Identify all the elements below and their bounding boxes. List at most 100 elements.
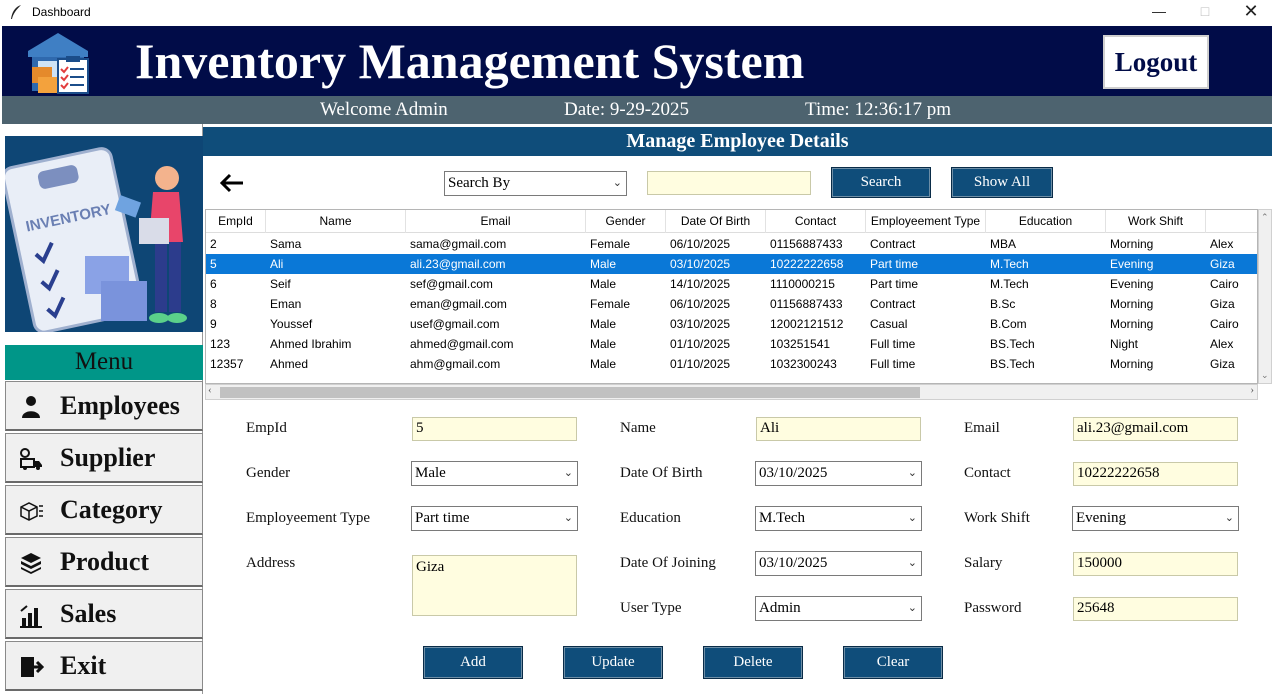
sidebar-item-category[interactable]: Category <box>5 485 203 535</box>
employment-type-label: Employeement Type <box>246 510 371 526</box>
scroll-right-icon[interactable]: › <box>1250 384 1254 396</box>
salary-field[interactable]: 150000 <box>1073 552 1238 576</box>
table-cell: Evening <box>1110 277 1154 291</box>
work-shift-dropdown[interactable]: Evening ⌄ <box>1072 506 1239 531</box>
chevron-down-icon: ⌄ <box>1224 512 1234 524</box>
scroll-up-icon[interactable]: ⌃ <box>1261 212 1269 223</box>
scrollbar-thumb[interactable] <box>220 387 920 398</box>
table-row[interactable]: 9 Youssef usef@gmail.com Male 03/10/2025 1200… <box>206 314 1257 334</box>
table-cell: 01156887433 <box>770 237 843 251</box>
table-cell: Full time <box>870 337 916 351</box>
table-cell: 9 <box>210 317 217 331</box>
user-type-dropdown[interactable]: Admin ⌄ <box>755 596 922 621</box>
address-textarea[interactable]: Giza <box>412 555 577 616</box>
truck-icon <box>20 448 42 470</box>
sidebar-item-label: Employees <box>60 391 180 420</box>
table-cell: Youssef <box>270 317 313 331</box>
category-icon <box>20 502 43 521</box>
column-header[interactable]: Employeement Type <box>866 210 986 233</box>
menu-header: Menu <box>5 345 203 380</box>
name-label: Name <box>620 420 656 436</box>
table-cell: Full time <box>870 357 916 371</box>
table-horizontal-scrollbar[interactable]: ‹ › <box>205 384 1258 400</box>
table-row[interactable]: 5 Ali ali.23@gmail.com Male 03/10/2025 102222… <box>206 254 1257 274</box>
column-header[interactable]: Contact <box>766 210 866 233</box>
scroll-left-icon[interactable]: ‹ <box>208 384 212 396</box>
column-header[interactable]: Name <box>266 210 406 233</box>
show-all-button[interactable]: Show All <box>951 167 1053 198</box>
table-cell: 03/10/2025 <box>670 317 731 331</box>
contact-field[interactable]: 10222222658 <box>1073 462 1238 486</box>
column-header[interactable]: EmpId <box>206 210 266 233</box>
table-row[interactable]: 6 Seif sef@gmail.com Male 14/10/2025 11100002… <box>206 274 1257 294</box>
table-row[interactable]: 123 Ahmed Ibrahim ahmed@gmail.com Male 01/10… <box>206 334 1257 354</box>
table-cell: Sama <box>270 237 302 251</box>
search-by-dropdown[interactable]: Search By ⌄ <box>444 171 627 196</box>
search-button[interactable]: Search <box>831 167 931 198</box>
sidebar-item-exit[interactable]: Exit <box>5 641 203 691</box>
window-title: Dashboard <box>32 5 91 19</box>
table-cell: Seif <box>270 277 291 291</box>
gender-dropdown[interactable]: Male ⌄ <box>411 461 578 486</box>
table-cell: Ali <box>270 257 284 271</box>
sidebar-item-sales[interactable]: Sales <box>5 589 203 639</box>
main-panel: Manage Employee Details Search By ⌄ Sear… <box>203 124 1272 694</box>
email-label: Email <box>964 420 1000 436</box>
scroll-down-icon[interactable]: ⌄ <box>1261 370 1269 381</box>
table-cell: Part time <box>870 277 919 291</box>
dob-dropdown[interactable]: 03/10/2025 ⌄ <box>755 461 922 486</box>
table-cell: 12357 <box>210 357 244 371</box>
table-cell: B.Com <box>990 317 1027 331</box>
column-header[interactable]: Education <box>986 210 1106 233</box>
table-cell: Ahmed Ibrahim <box>270 337 352 351</box>
minimize-button[interactable]: — <box>1136 0 1182 24</box>
table-cell: M.Tech <box>990 277 1029 291</box>
password-field[interactable]: 25648 <box>1073 597 1238 621</box>
delete-button[interactable]: Delete <box>703 646 803 679</box>
update-button[interactable]: Update <box>563 646 663 679</box>
column-header[interactable]: Email <box>406 210 586 233</box>
time-text: Time: 12:36:17 pm <box>805 99 952 120</box>
table-cell: 03/10/2025 <box>670 257 731 271</box>
column-header[interactable]: Date Of Birth <box>666 210 766 233</box>
search-input[interactable] <box>647 171 811 195</box>
chevron-down-icon: ⌄ <box>563 512 573 524</box>
table-row[interactable]: 2 Sama sama@gmail.com Female 06/10/2025 01156… <box>206 234 1257 254</box>
education-value: M.Tech <box>759 510 806 526</box>
employee-table[interactable]: EmpId Name Email Gender Date Of Birth Co… <box>205 209 1258 384</box>
add-button[interactable]: Add <box>423 646 523 679</box>
employment-type-dropdown[interactable]: Part time ⌄ <box>411 506 578 531</box>
sidebar-item-product[interactable]: Product <box>5 537 203 587</box>
table-cell: Morning <box>1110 317 1154 331</box>
table-row[interactable]: 8 Eman eman@gmail.com Female 06/10/2025 01156… <box>206 294 1257 314</box>
sidebar-item-supplier[interactable]: Supplier <box>5 433 203 483</box>
table-cell: 1032300243 <box>770 357 837 371</box>
doj-value: 03/10/2025 <box>759 555 828 571</box>
work-shift-label: Work Shift <box>964 510 1030 526</box>
name-field[interactable]: Ali <box>756 417 921 441</box>
empid-field[interactable]: 5 <box>412 417 577 441</box>
table-row[interactable]: 12357 Ahmed ahm@gmail.com Male 01/10/2025 103… <box>206 354 1257 374</box>
table-cell: Night <box>1110 337 1139 351</box>
table-cell: 01/10/2025 <box>670 337 731 351</box>
sidebar-item-employees[interactable]: Employees <box>5 381 203 431</box>
column-header[interactable]: Work Shift <box>1106 210 1206 233</box>
close-window-button[interactable]: ✕ <box>1228 0 1274 24</box>
sidebar-item-label: Sales <box>60 599 117 628</box>
doj-dropdown[interactable]: 03/10/2025 ⌄ <box>755 551 922 576</box>
address-label: Address <box>246 555 296 571</box>
column-header[interactable]: Gender <box>586 210 666 233</box>
education-dropdown[interactable]: M.Tech ⌄ <box>755 506 922 531</box>
maximize-button[interactable]: □ <box>1182 0 1228 24</box>
logout-button[interactable]: Logout <box>1103 35 1209 89</box>
user-icon <box>22 396 40 418</box>
clear-button[interactable]: Clear <box>843 646 943 679</box>
table-header: EmpId Name Email Gender Date Of Birth Co… <box>206 210 1257 233</box>
password-label: Password <box>964 600 1022 616</box>
table-cell: 10222222658 <box>770 257 844 271</box>
table-cell: 2 <box>210 237 217 251</box>
table-vertical-scrollbar[interactable]: ⌃ ⌄ <box>1258 209 1272 384</box>
back-arrow-icon[interactable] <box>217 172 247 194</box>
email-field[interactable]: ali.23@gmail.com <box>1073 417 1238 441</box>
sidebar-item-label: Supplier <box>60 443 156 472</box>
